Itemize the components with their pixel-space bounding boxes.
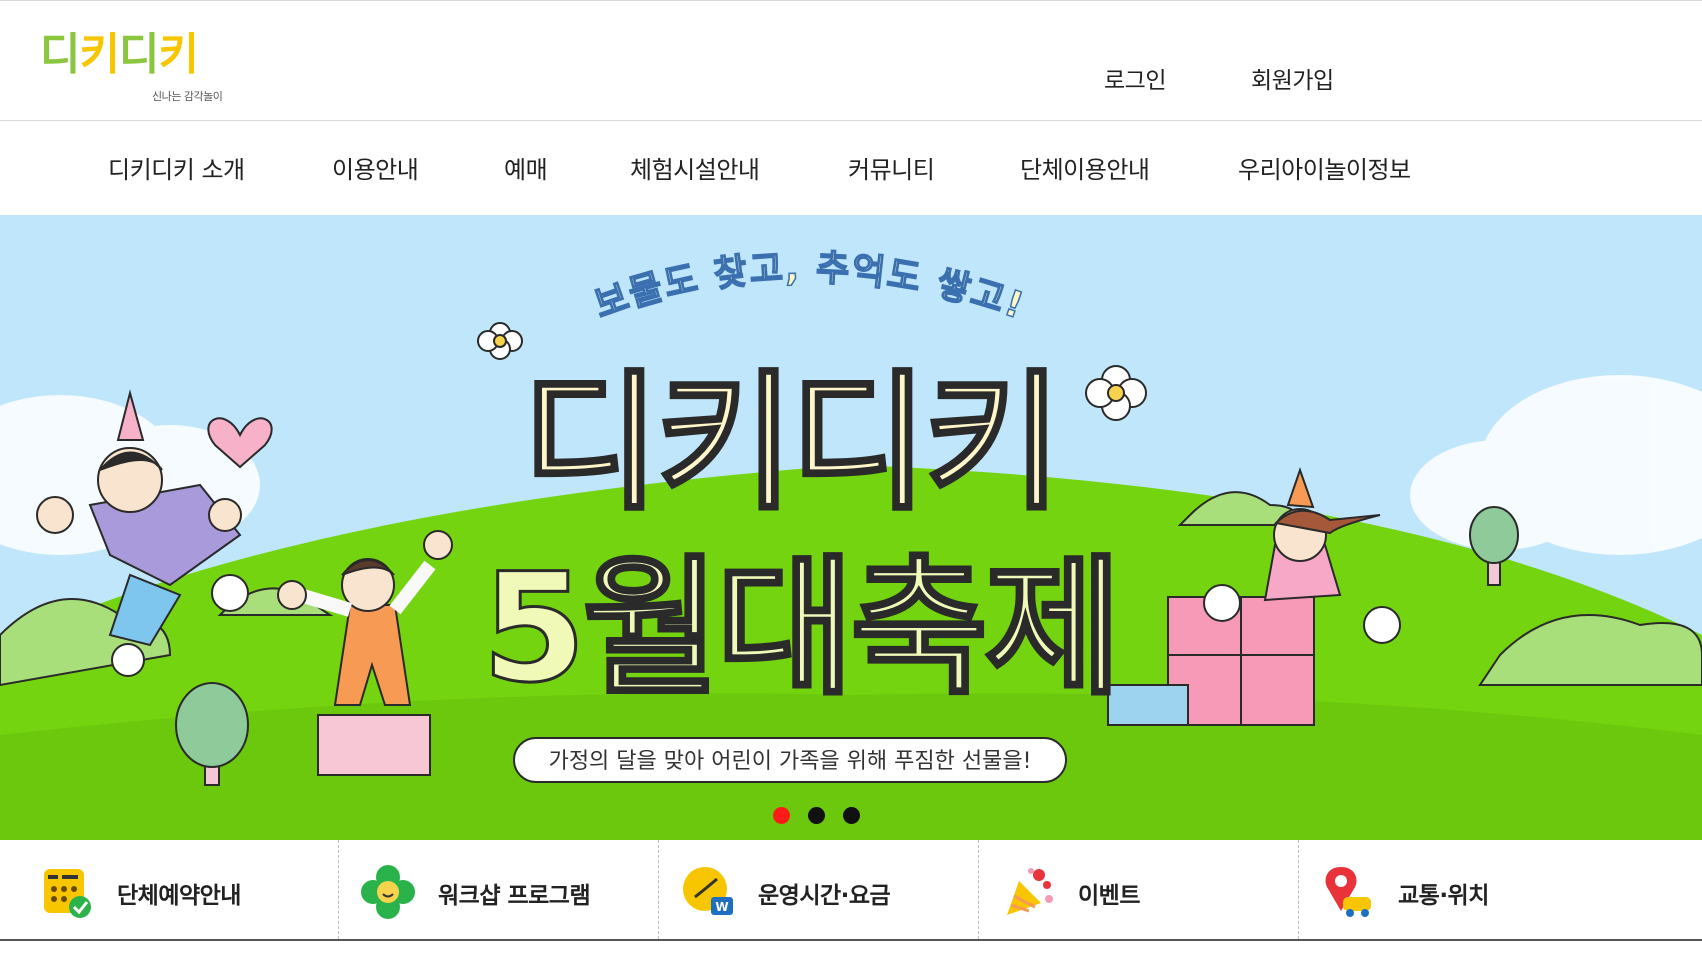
logo-char: 키	[79, 29, 119, 80]
quick-label: 단체예약안내	[117, 883, 241, 909]
hero-arc-text: 보물도 찾고, 추억도 쌓고!	[589, 248, 1030, 328]
hero-banner[interactable]: 보물도 찾고, 추억도 쌓고! 디키디키 5월대축제 가정의 달을 맞아 어린이…	[0, 215, 1702, 840]
site-logo[interactable]: 디키디키 신나는 감각놀이	[40, 29, 250, 109]
slide-dot-2[interactable]	[808, 807, 825, 824]
nav-item-facilities[interactable]: 체험시설안내	[630, 150, 760, 185]
slide-dot-1[interactable]	[773, 807, 790, 824]
logo-char: 디	[118, 29, 159, 80]
nav-item-booking[interactable]: 예매	[504, 150, 548, 185]
quick-label: 교통·위치	[1398, 883, 1489, 909]
nav-item-community[interactable]: 커뮤니티	[848, 150, 935, 185]
quick-item-hours-fees[interactable]: W 운영시간·요금	[658, 840, 978, 939]
svg-text:W: W	[715, 900, 728, 914]
logo-char: 키	[158, 29, 198, 80]
quick-label: 운영시간·요금	[758, 883, 891, 909]
clock-won-icon: W	[683, 867, 733, 915]
quick-item-group-booking[interactable]: 단체예약안내	[0, 840, 338, 939]
logo-tagline: 신나는 감각놀이	[152, 90, 223, 103]
logo-wordmark: 디키디키	[40, 29, 199, 81]
hero-illustration: 보물도 찾고, 추억도 쌓고! 디키디키 5월대축제 가정의 달을 맞아 어린이…	[0, 247, 1702, 840]
hero-title-line2: 5월대축제	[482, 542, 1118, 716]
quick-label: 워크샵 프로그램	[438, 883, 591, 909]
nav-item-about[interactable]: 디키디키 소개	[108, 150, 245, 185]
nav-item-play-info[interactable]: 우리아이놀이정보	[1238, 150, 1411, 185]
hero-title-line1: 디키디키	[522, 357, 1058, 531]
login-link[interactable]: 로그인	[1104, 61, 1166, 95]
nav-item-guide[interactable]: 이용안내	[332, 150, 419, 185]
party-popper-icon	[1007, 868, 1053, 915]
quick-menu: 단체예약안내 워크샵 프로그램 W 운영시간·요금 이벤트 교통·위치	[0, 840, 1702, 941]
quick-item-workshop[interactable]: 워크샵 프로그램	[338, 840, 658, 939]
quick-label: 이벤트	[1078, 883, 1140, 909]
nav-item-group[interactable]: 단체이용안내	[1020, 150, 1150, 185]
logo-char: 디	[40, 29, 80, 80]
hero-subtitle: 가정의 달을 맞아 어린이 가족을 위해 푸짐한 선물을!	[549, 749, 1032, 774]
slide-dot-3[interactable]	[843, 807, 860, 824]
quick-item-event[interactable]: 이벤트	[978, 840, 1298, 939]
location-car-icon	[1325, 867, 1371, 917]
flower-icon	[361, 865, 415, 919]
main-nav: 디키디키 소개 이용안내 예매 체험시설안내 커뮤니티 단체이용안내 우리아이놀…	[0, 121, 1702, 215]
calendar-check-icon	[44, 869, 91, 918]
quick-item-location[interactable]: 교통·위치	[1298, 840, 1702, 939]
site-header: 디키디키 신나는 감각놀이 로그인 회원가입	[0, 1, 1702, 121]
signup-link[interactable]: 회원가입	[1251, 61, 1334, 95]
